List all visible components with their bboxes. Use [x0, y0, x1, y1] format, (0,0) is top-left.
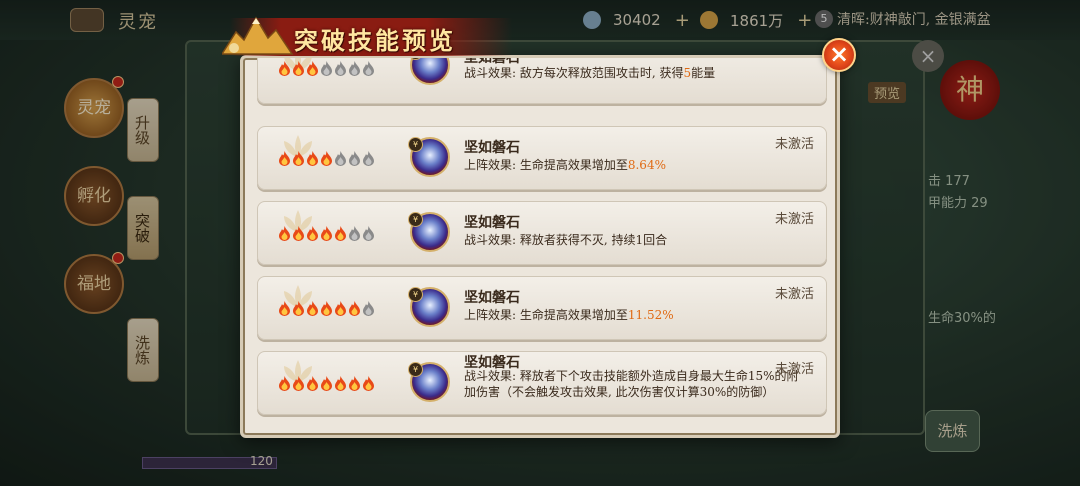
flame-lit-icon: [334, 301, 347, 316]
activation-status: 未激活: [774, 137, 814, 152]
flame-lit-icon: [306, 301, 319, 316]
skill-icon[interactable]: ¥: [408, 212, 450, 252]
skill-card: ¥ 坚如磐石 上阵效果: 生命提高效果增加至8.64% 未激活: [257, 126, 827, 190]
dialog-title-banner: 突破技能预览: [222, 14, 522, 60]
flame-unlit-icon: [362, 301, 375, 316]
skill-card: ¥ 坚如磐石 上阵效果: 生命提高效果增加至11.52% 未激活: [257, 276, 827, 340]
flame-lit-icon: [306, 61, 319, 76]
skill-card: ¥ 坚如磐石战斗效果: 释放者获得不灭, 持续1回合 未激活: [257, 201, 827, 265]
flame-unlit-icon: [362, 151, 375, 166]
skill-icon[interactable]: ¥: [408, 287, 450, 327]
flame-lit-icon: [292, 61, 305, 76]
skill-description: 战斗效果: 释放者下个攻击技能额外造成自身最大生命15%的附加伤害（不会触发攻击…: [464, 368, 804, 400]
skill-type-badge-icon: ¥: [408, 212, 423, 227]
highlight-value: 5: [683, 66, 692, 80]
description-text: 战斗效果: 释放者获得不灭, 持续1回合: [464, 233, 668, 247]
flame-lit-icon: [306, 226, 319, 241]
flame-lit-icon: [334, 226, 347, 241]
flame-unlit-icon: [334, 61, 347, 76]
mountain-icon: [222, 16, 294, 55]
flame-lit-icon: [292, 226, 305, 241]
description-text: 上阵效果: 生命提高效果增加至: [464, 308, 628, 322]
flame-lit-icon: [306, 376, 319, 391]
activation-status: 未激活: [774, 287, 814, 302]
flame-lit-icon: [334, 376, 347, 391]
skill-name: 坚如磐石: [464, 215, 520, 231]
flame-unlit-icon: [348, 151, 361, 166]
flame-lit-icon: [320, 301, 333, 316]
flame-lit-icon: [348, 301, 361, 316]
highlight-value: 11.52%: [627, 308, 674, 322]
skill-description: 上阵效果: 生命提高效果增加至11.52%: [464, 307, 804, 323]
skill-card: ¥坚如磐石战斗效果: 敌方每次释放范围攻击时, 获得5能量: [257, 58, 827, 104]
skill-type-badge-icon: ¥: [408, 287, 423, 302]
flame-lit-icon: [320, 226, 333, 241]
description-text: 战斗效果: 敌方每次释放范围攻击时, 获得: [464, 66, 684, 80]
description-text: 能量: [691, 66, 716, 80]
skill-icon[interactable]: ¥: [408, 362, 450, 402]
description-text: 战斗效果: 释放者下个攻击技能额外造成自身最大生命15%的附加伤害（不会触发攻击…: [464, 369, 799, 399]
flame-lit-icon: [292, 301, 305, 316]
skill-name: 坚如磐石: [464, 140, 520, 156]
flame-lit-icon: [306, 151, 319, 166]
flame-lit-icon: [278, 376, 291, 391]
skill-type-badge-icon: ¥: [408, 362, 423, 377]
flame-lit-icon: [348, 376, 361, 391]
flame-unlit-icon: [348, 61, 361, 76]
star-rating: [278, 301, 375, 316]
highlight-value: 8.64%: [627, 158, 666, 172]
flame-lit-icon: [320, 151, 333, 166]
flame-lit-icon: [278, 61, 291, 76]
description-text: 上阵效果: 生命提高效果增加至: [464, 158, 628, 172]
flame-lit-icon: [278, 301, 291, 316]
skill-description: 战斗效果: 敌方每次释放范围攻击时, 获得5能量: [464, 65, 804, 81]
skill-type-badge-icon: ¥: [408, 137, 423, 152]
star-rating: [278, 61, 375, 76]
flame-lit-icon: [320, 376, 333, 391]
flame-unlit-icon: [362, 226, 375, 241]
skill-description: 战斗效果: 释放者获得不灭, 持续1回合: [464, 232, 804, 248]
skill-description: 上阵效果: 生命提高效果增加至8.64%: [464, 157, 804, 173]
flame-unlit-icon: [362, 61, 375, 76]
skill-icon[interactable]: ¥: [408, 137, 450, 177]
flame-lit-icon: [292, 376, 305, 391]
breakthrough-preview-dialog: ¥坚如磐石战斗效果: 敌方每次释放范围攻击时, 获得5能量¥坚如磐石上阵效果: …: [240, 55, 840, 438]
flame-lit-icon: [278, 226, 291, 241]
skill-name: 坚如磐石: [464, 290, 520, 306]
flame-unlit-icon: [334, 151, 347, 166]
star-rating: [278, 376, 375, 391]
activation-status: 未激活: [774, 212, 814, 227]
activation-status: 未激活: [774, 362, 814, 377]
flame-unlit-icon: [320, 61, 333, 76]
flame-unlit-icon: [348, 226, 361, 241]
flame-lit-icon: [292, 151, 305, 166]
star-rating: [278, 226, 375, 241]
flame-lit-icon: [278, 151, 291, 166]
flame-lit-icon: [362, 376, 375, 391]
skill-card: ¥ 坚如磐石 战斗效果: 释放者下个攻击技能额外造成自身最大生命15%的附加伤害（不…: [257, 351, 827, 415]
dialog-title: 突破技能预览: [294, 26, 456, 55]
star-rating: [278, 151, 375, 166]
close-icon[interactable]: ×: [822, 38, 856, 72]
